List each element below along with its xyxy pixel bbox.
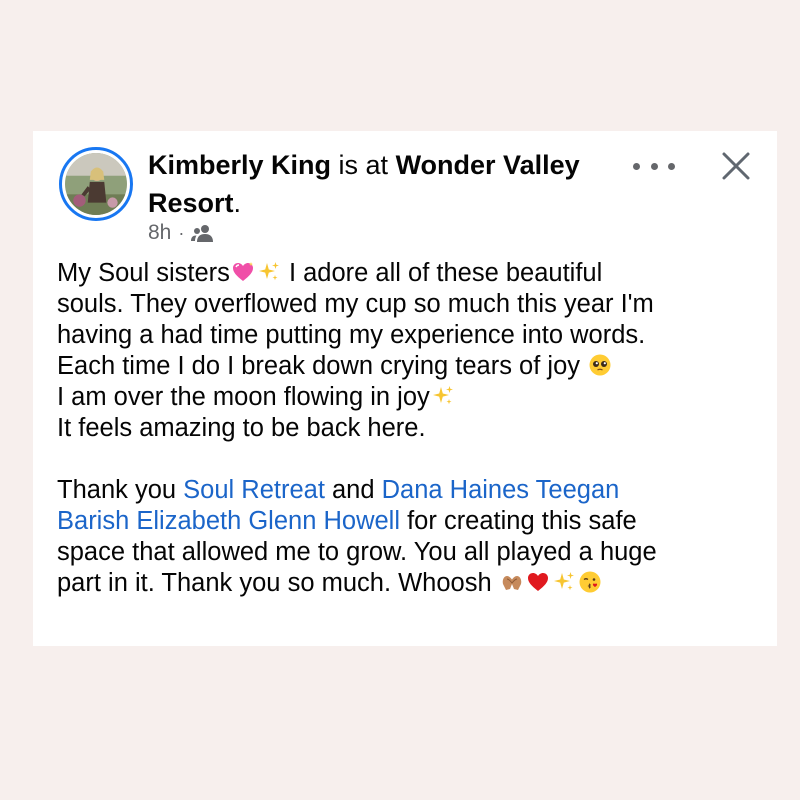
post-meta: 8h · bbox=[148, 221, 215, 245]
post-line: It feels amazing to be back here. bbox=[57, 414, 426, 442]
text-segment: for creating this safe bbox=[400, 507, 637, 535]
text-segment: I adore all of these beautiful bbox=[281, 259, 603, 287]
sparkles-emoji bbox=[431, 384, 455, 408]
post-line: Barish Elizabeth Glenn Howell for creati… bbox=[57, 506, 757, 537]
post-line: having a had time putting my experience … bbox=[57, 321, 646, 349]
tag-link-soul-retreat[interactable]: Soul Retreat bbox=[183, 476, 325, 504]
text-segment: I am over the moon flowing in joy bbox=[57, 383, 430, 411]
post-line: space that allowed me to grow. You all p… bbox=[57, 538, 657, 566]
tag-link-barish-elizabeth-glenn-howell[interactable]: Barish Elizabeth Glenn Howell bbox=[57, 507, 400, 535]
post-body: My Soul sisters I adore all of these bea… bbox=[57, 258, 757, 599]
face-blowing-kiss-emoji bbox=[578, 570, 602, 594]
heart-hands-emoji bbox=[500, 570, 524, 594]
header-period: . bbox=[233, 188, 242, 218]
post-card: Kimberly King is at Wonder Valley Resort… bbox=[33, 131, 777, 646]
post-line: I am over the moon flowing in joy bbox=[57, 382, 757, 413]
author-name[interactable]: Kimberly King bbox=[148, 150, 331, 180]
text-segment: My Soul sisters bbox=[57, 259, 230, 287]
text-segment: Each time I do I break down crying tears… bbox=[57, 352, 588, 380]
text-segment: Thank you bbox=[57, 476, 184, 504]
meta-separator: · bbox=[178, 222, 185, 243]
tag-link-dana-haines-teegan[interactable]: Dana Haines Teegan bbox=[382, 476, 620, 504]
post-header: Kimberly King is at Wonder Valley Resort… bbox=[148, 146, 638, 222]
post-time[interactable]: 8h bbox=[148, 221, 171, 245]
post-line: My Soul sisters I adore all of these bea… bbox=[57, 258, 757, 289]
more-options-icon bbox=[650, 162, 658, 170]
text-segment: part in it. Thank you so much. Whoosh bbox=[57, 569, 499, 597]
post-line: Thank you Soul Retreat and Dana Haines T… bbox=[57, 475, 757, 506]
sparkles-emoji bbox=[257, 260, 281, 284]
pleading-face-emoji bbox=[588, 353, 612, 377]
header-connector: is at bbox=[331, 150, 396, 180]
sparkling-heart-emoji bbox=[231, 260, 255, 284]
more-options-button[interactable] bbox=[633, 151, 675, 181]
location-link-line2[interactable]: Resort bbox=[148, 188, 234, 218]
close-button[interactable] bbox=[721, 151, 751, 181]
avatar[interactable] bbox=[59, 147, 133, 221]
close-icon bbox=[722, 152, 750, 180]
more-options-icon bbox=[668, 162, 675, 170]
post-line: part in it. Thank you so much. Whoosh bbox=[57, 568, 757, 599]
sparkles-emoji bbox=[552, 570, 576, 594]
friends-icon[interactable] bbox=[191, 223, 215, 243]
more-options-icon bbox=[633, 162, 640, 170]
red-heart-emoji bbox=[526, 570, 550, 594]
text-segment: and bbox=[324, 476, 382, 504]
post-line: souls. They overflowed my cup so much th… bbox=[57, 290, 654, 318]
profile-photo bbox=[65, 153, 127, 215]
post-line: Each time I do I break down crying tears… bbox=[57, 351, 757, 382]
location-link[interactable]: Wonder Valley bbox=[396, 150, 580, 180]
